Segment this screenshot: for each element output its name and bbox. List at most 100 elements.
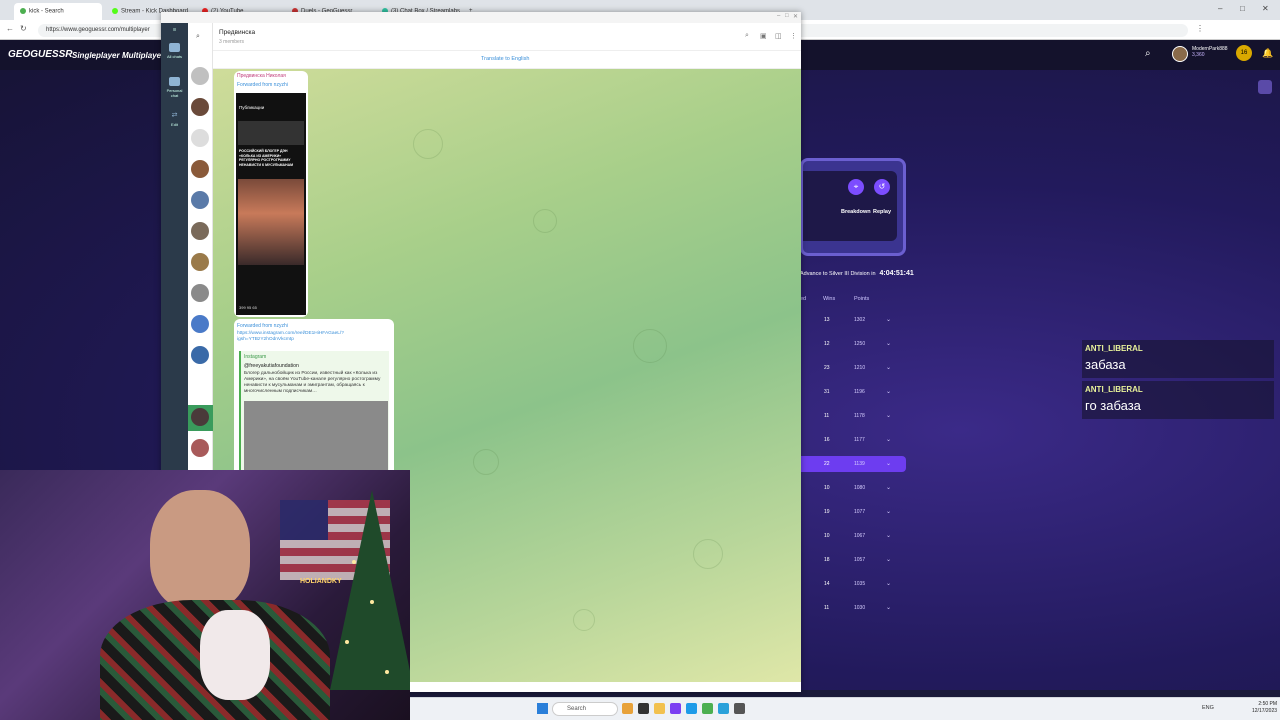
side-menu-icon[interactable]	[1258, 80, 1272, 94]
chat-members: 3 members	[219, 39, 245, 45]
chat-avatar[interactable]	[191, 67, 209, 85]
chevron-down-icon[interactable]: ⌄	[886, 388, 891, 395]
preview-image[interactable]	[244, 401, 388, 479]
leaderboard-row[interactable]: 10 1080 ⌄	[800, 480, 906, 496]
row-points: 1302	[854, 317, 866, 323]
more-icon[interactable]: ⋮	[790, 32, 797, 40]
video-call-icon[interactable]: ▣	[760, 32, 767, 40]
taskbar-clock[interactable]: 2:50 PM 12/17/2023	[1252, 701, 1277, 715]
windows-start-icon[interactable]	[537, 703, 548, 714]
leaderboard-row[interactable]: 19 1077 ⌄	[800, 504, 906, 520]
message-bubble[interactable]: Forwarded from nzyzhi https://www.instag…	[234, 319, 394, 479]
chevron-down-icon[interactable]: ⌄	[886, 580, 891, 587]
app-icon[interactable]	[638, 703, 649, 714]
search-icon[interactable]: ⌕	[745, 32, 749, 40]
nav-singleplayer[interactable]: Singleplayer	[72, 51, 120, 60]
translate-button[interactable]: Translate to English	[481, 56, 529, 62]
row-points: 1177	[854, 437, 865, 443]
chat-avatar[interactable]	[191, 191, 209, 209]
leaderboard-row[interactable]: 23 1210 ⌄	[800, 360, 906, 376]
menu-icon[interactable]: ☰	[163, 27, 186, 32]
chat-avatar[interactable]	[191, 98, 209, 116]
leaderboard-row[interactable]: 16 1177 ⌄	[800, 432, 906, 448]
extensions-icon[interactable]: ⋮	[1196, 24, 1204, 33]
chat-title[interactable]: Предвинска	[219, 29, 255, 36]
close-icon[interactable]: ✕	[1262, 4, 1269, 13]
user-info[interactable]: ModernPark888 3,360	[1192, 46, 1228, 58]
leaderboard-row[interactable]: 11 1178 ⌄	[800, 408, 906, 424]
chat-avatar[interactable]	[191, 222, 209, 240]
avatar[interactable]	[1172, 46, 1188, 62]
chevron-down-icon[interactable]: ⌄	[886, 460, 891, 467]
forwarded-label[interactable]: Forwarded from nzyzhi	[237, 82, 288, 88]
maximize-icon[interactable]: □	[785, 13, 789, 19]
row-points: 1057	[854, 557, 866, 563]
row-points: 1067	[854, 533, 866, 539]
leaderboard-row[interactable]: 31 1196 ⌄	[800, 384, 906, 400]
reload-icon[interactable]: ↻	[20, 24, 27, 33]
app-icon[interactable]	[734, 703, 745, 714]
chat-avatar[interactable]	[191, 129, 209, 147]
breakdown-button[interactable]: Breakdown	[841, 209, 871, 215]
col-points: Points	[854, 296, 870, 302]
tab-kick-search[interactable]: kick - Search	[14, 3, 102, 20]
minimize-icon[interactable]: –	[777, 13, 780, 19]
telegram-icon[interactable]	[718, 703, 729, 714]
replay-button[interactable]: Replay	[873, 209, 891, 215]
chrome-icon[interactable]	[702, 703, 713, 714]
leaderboard-row[interactable]: 13 1302 ⌄	[800, 312, 906, 328]
bell-icon[interactable]: 🔔	[1262, 48, 1273, 59]
breakdown-icon[interactable]: ⌖	[848, 179, 864, 195]
maximize-icon[interactable]: □	[1240, 4, 1245, 13]
forwarded-label[interactable]: Forwarded from nzyzhi	[237, 323, 288, 329]
replay-icon[interactable]: ↺	[874, 179, 890, 195]
screenshot-image[interactable]: Публикации РОССИЙСКИЙ БЛОГЕР ДЭН «КОЛЬКА…	[236, 93, 306, 315]
chat-avatar[interactable]	[191, 346, 209, 364]
link-preview[interactable]: Instagram @freeyakutiafoundation Блогер …	[239, 351, 389, 479]
chat-avatar[interactable]	[191, 439, 209, 457]
search-icon[interactable]: ⌕	[196, 33, 200, 41]
folder-edit[interactable]: ⇄ Edit	[163, 111, 186, 127]
message-link[interactable]: https://www.instagram.com/reel/DE1HiHFAG…	[237, 331, 357, 343]
close-icon[interactable]: ✕	[793, 13, 798, 20]
phone-header: Публикации	[239, 105, 265, 110]
chevron-down-icon[interactable]: ⌄	[886, 436, 891, 443]
sidebar-toggle-icon[interactable]: ◫	[775, 32, 782, 40]
chevron-down-icon[interactable]: ⌄	[886, 508, 891, 515]
leaderboard-row[interactable]: 11 1030 ⌄	[800, 600, 906, 616]
minimize-icon[interactable]: –	[1218, 4, 1222, 13]
chat-avatar[interactable]	[191, 284, 209, 302]
chat-avatar[interactable]	[191, 253, 209, 271]
chevron-down-icon[interactable]: ⌄	[886, 604, 891, 611]
chevron-down-icon[interactable]: ⌄	[886, 340, 891, 347]
leaderboard-row[interactable]: 22 1139 ⌄	[800, 456, 906, 472]
chevron-down-icon[interactable]: ⌄	[886, 484, 891, 491]
leaderboard-row[interactable]: 18 1057 ⌄	[800, 552, 906, 568]
chevron-down-icon[interactable]: ⌄	[886, 316, 891, 323]
app-icon[interactable]	[622, 703, 633, 714]
language-indicator[interactable]: ENG	[1202, 705, 1214, 711]
folder-icon[interactable]	[654, 703, 665, 714]
edge-icon[interactable]	[686, 703, 697, 714]
chevron-down-icon[interactable]: ⌄	[886, 364, 891, 371]
chat-avatar[interactable]	[191, 160, 209, 178]
folder-personal[interactable]: Personal chat	[163, 77, 186, 98]
leaderboard-row[interactable]: 14 1035 ⌄	[800, 576, 906, 592]
geoguessr-logo[interactable]: GEOGUESSR	[8, 49, 72, 60]
chat-avatar[interactable]	[191, 315, 209, 333]
back-icon[interactable]: ←	[6, 24, 14, 33]
message-bubble[interactable]: Предвинска Николая Forwarded from nzyzhi…	[234, 71, 308, 317]
chevron-down-icon[interactable]: ⌄	[886, 532, 891, 539]
taskbar-search[interactable]: Search	[552, 702, 618, 716]
app-icon[interactable]	[670, 703, 681, 714]
nav-multiplayer[interactable]: Multiplayer	[122, 51, 164, 60]
leaderboard-row[interactable]: 12 1250 ⌄	[800, 336, 906, 352]
chat-avatar[interactable]	[191, 408, 209, 426]
row-wins: 11	[824, 605, 830, 611]
message-sender[interactable]: Предвинска Николая	[237, 73, 286, 79]
search-icon[interactable]: ⌕	[1145, 48, 1151, 59]
chevron-down-icon[interactable]: ⌄	[886, 556, 891, 563]
leaderboard-row[interactable]: 10 1067 ⌄	[800, 528, 906, 544]
chevron-down-icon[interactable]: ⌄	[886, 412, 891, 419]
folder-all-chats[interactable]: All chats	[163, 43, 186, 59]
